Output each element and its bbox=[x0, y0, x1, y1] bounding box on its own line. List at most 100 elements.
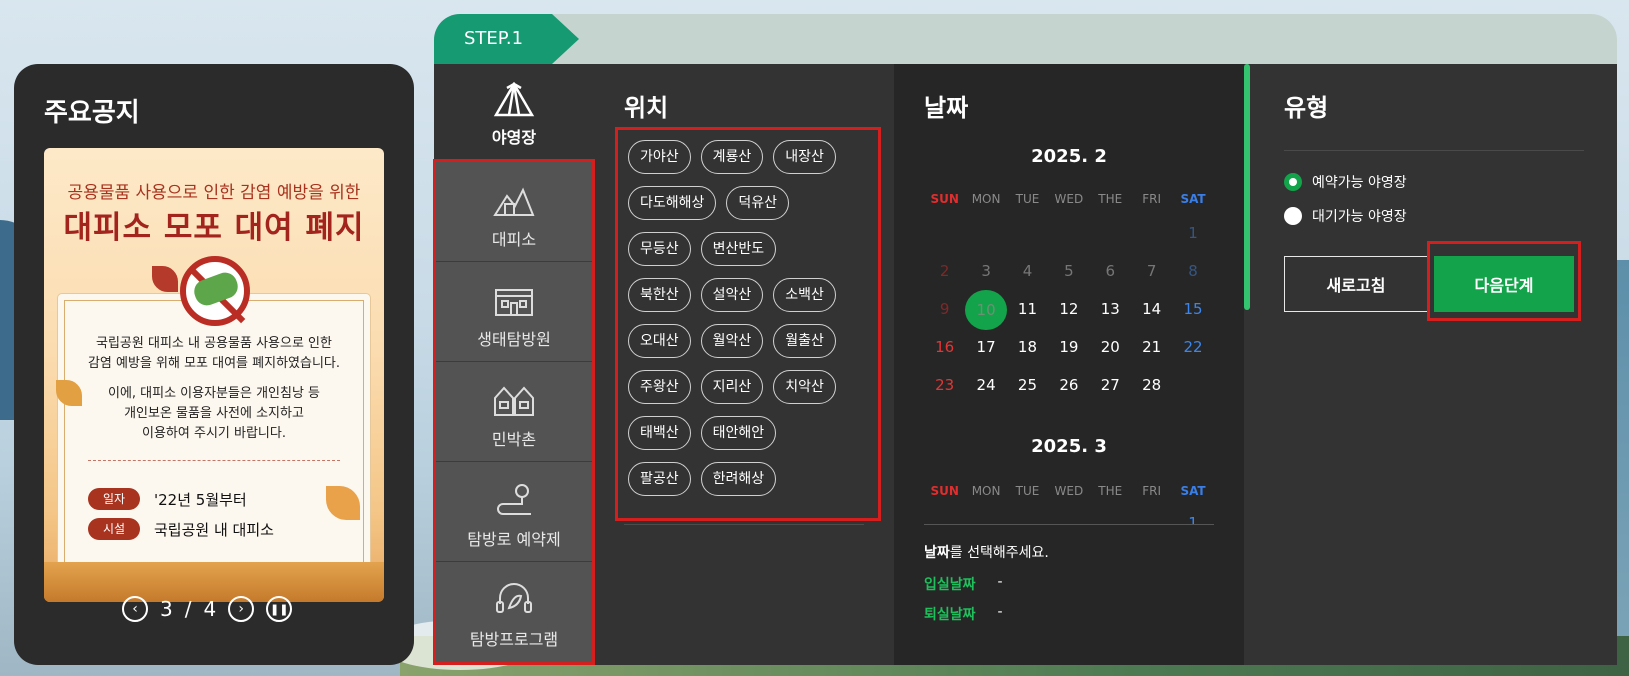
calendar-day: 8 bbox=[1188, 262, 1198, 280]
calendar-day: 7 bbox=[1146, 262, 1157, 280]
checkout-label: 퇴실날짜 bbox=[924, 607, 976, 623]
calendar-day[interactable]: 19 bbox=[1048, 338, 1089, 356]
location-sobaeksan[interactable]: 소백산 bbox=[773, 278, 836, 312]
category-eco-center[interactable]: 생태탐방원 bbox=[436, 262, 592, 362]
location-bukhansan[interactable]: 북한산 bbox=[628, 278, 691, 312]
shelter-icon bbox=[436, 162, 592, 218]
calendar-day[interactable]: 15 bbox=[1172, 300, 1213, 330]
eco-center-icon bbox=[436, 262, 592, 318]
calendar-day: 4 bbox=[1022, 262, 1033, 280]
location-row: 다도해해상 덕유산 bbox=[628, 186, 878, 220]
notice-poster[interactable]: 공용물품 사용으로 인한 감염 예방을 위한 대피소 모포 대여 폐지 국립공원… bbox=[44, 148, 384, 602]
category-shelter-label: 대피소 bbox=[491, 230, 537, 249]
location-gyeryongsan[interactable]: 계룡산 bbox=[700, 140, 764, 174]
category-shelter[interactable]: 대피소 bbox=[436, 162, 592, 262]
location-juwangsan[interactable]: 주왕산 bbox=[628, 370, 691, 404]
location-taebaeksan[interactable]: 태백산 bbox=[628, 416, 691, 450]
calendar-day[interactable]: 27 bbox=[1090, 376, 1131, 394]
calendar-day[interactable]: 23 bbox=[924, 376, 965, 394]
calendar-day[interactable]: 25 bbox=[1007, 376, 1048, 394]
refresh-button[interactable]: 새로고침 bbox=[1284, 256, 1428, 312]
place-pill: 시설 bbox=[88, 518, 140, 540]
location-title: 위치 bbox=[624, 94, 669, 122]
location-seoraksan[interactable]: 설악산 bbox=[700, 278, 764, 312]
type-divider bbox=[1284, 150, 1584, 151]
poster-subtitle: 공용물품 사용으로 인한 감염 예방을 위한 bbox=[67, 183, 361, 203]
poster-date-row: 일자 '22년 5월부터 bbox=[88, 488, 247, 510]
next-step-button[interactable]: 다음단계 bbox=[1434, 256, 1574, 312]
date-pill: 일자 bbox=[88, 488, 140, 510]
poster-place-row: 시설 국립공원 내 대피소 bbox=[88, 518, 274, 540]
step-label: STEP.1 bbox=[464, 28, 524, 49]
calendar-day[interactable]: 18 bbox=[1007, 338, 1048, 356]
calendar-day[interactable]: 24 bbox=[965, 376, 1006, 394]
calendar-day[interactable]: 22 bbox=[1172, 338, 1213, 356]
type-option-waitlist[interactable]: 대기가능 야영장 bbox=[1284, 206, 1407, 226]
calendar-day[interactable]: 21 bbox=[1131, 338, 1172, 356]
location-chiaksan[interactable]: 치악산 bbox=[773, 370, 836, 404]
calendar-day: 9 bbox=[939, 300, 950, 318]
calendar-day[interactable]: 1 bbox=[1172, 514, 1213, 524]
calendar-day[interactable]: 20 bbox=[1090, 338, 1131, 356]
location-palgongsan[interactable]: 팔공산 bbox=[628, 462, 691, 496]
location-wolchulsan[interactable]: 월출산 bbox=[773, 324, 836, 358]
checkin-field: 입실날짜 - bbox=[924, 574, 1003, 594]
calendar-day[interactable]: 17 bbox=[965, 338, 1006, 356]
month-label-mar: 2025. 3 bbox=[1031, 436, 1107, 457]
calendar-scrollbar[interactable] bbox=[1244, 64, 1250, 310]
calendar-week: 23 24 25 26 27 28 bbox=[924, 376, 1214, 394]
location-mudeungsan[interactable]: 무등산 bbox=[628, 232, 691, 266]
checkin-value: - bbox=[997, 574, 1003, 590]
location-divider bbox=[624, 524, 864, 525]
location-woraksan[interactable]: 월악산 bbox=[700, 324, 764, 358]
location-row: 가야산 계룡산 내장산 bbox=[628, 140, 878, 174]
location-taeanhaean[interactable]: 태안해안 bbox=[700, 416, 777, 450]
location-naejangsan[interactable]: 내장산 bbox=[773, 140, 836, 174]
calendar-day[interactable]: 14 bbox=[1131, 300, 1172, 330]
calendar-week: 16 17 18 19 20 21 22 bbox=[924, 338, 1214, 356]
location-gayasan[interactable]: 가야산 bbox=[628, 140, 691, 174]
location-list: 가야산 계룡산 내장산 다도해해상 덕유산 무등산 변산반도 북한산 설악산 소… bbox=[615, 127, 881, 521]
prev-icon[interactable]: ‹ bbox=[122, 596, 148, 622]
leaf-icon bbox=[152, 266, 178, 292]
pager-current: 3 bbox=[160, 597, 173, 621]
next-icon[interactable]: › bbox=[228, 596, 255, 622]
calendar-day[interactable]: 28 bbox=[1131, 376, 1172, 394]
category-program[interactable]: 탐방프로그램 bbox=[436, 562, 592, 662]
checkout-value: - bbox=[997, 604, 1003, 620]
pause-icon[interactable]: ❚❚ bbox=[266, 596, 293, 622]
poster-body-1: 국립공원 대피소 내 공용물품 사용으로 인한 감염 예방을 위해 모포 대여를… bbox=[87, 336, 341, 371]
location-odaesan[interactable]: 오대산 bbox=[628, 324, 691, 358]
calendar-day[interactable]: 11 bbox=[1007, 300, 1048, 330]
type-option-available[interactable]: 예약가능 야영장 bbox=[1284, 172, 1407, 192]
category-trail-label: 탐방로 예약제 bbox=[467, 530, 561, 549]
calendar-day[interactable]: 12 bbox=[1048, 300, 1089, 330]
category-village-label: 민박촌 bbox=[491, 430, 537, 449]
category-village[interactable]: 민박촌 bbox=[436, 362, 592, 462]
radio-checked-icon[interactable] bbox=[1284, 173, 1302, 191]
checkout-field: 퇴실날짜 - bbox=[924, 604, 1003, 624]
category-trail[interactable]: 탐방로 예약제 bbox=[436, 462, 592, 562]
notice-pager: ‹ 3 / 4 › ❚❚ bbox=[122, 596, 293, 622]
calendar-day[interactable]: 16 bbox=[924, 338, 965, 356]
location-deogyusan[interactable]: 덕유산 bbox=[726, 186, 790, 220]
calendar-day: 1 bbox=[1188, 224, 1198, 242]
type-section: 유형 예약가능 야영장 대기가능 야영장 새로고침 다음단계 bbox=[1254, 64, 1617, 665]
location-row: 북한산 설악산 소백산 bbox=[628, 278, 878, 312]
village-icon bbox=[436, 362, 592, 418]
location-hallyeohaesang[interactable]: 한려해상 bbox=[700, 462, 777, 496]
location-dadohaehaesang[interactable]: 다도해해상 bbox=[628, 186, 717, 220]
location-byeonsanbando[interactable]: 변산반도 bbox=[700, 232, 777, 266]
notice-panel: 주요공지 공용물품 사용으로 인한 감염 예방을 위한 대피소 모포 대여 폐지… bbox=[14, 64, 414, 665]
type-title: 유형 bbox=[1284, 94, 1329, 122]
step-bar: STEP.1 bbox=[434, 14, 1617, 64]
calendar-day-today[interactable]: 10 bbox=[965, 290, 1007, 330]
calendar-day[interactable]: 26 bbox=[1048, 376, 1089, 394]
calendar-day[interactable]: 13 bbox=[1090, 300, 1131, 330]
location-jirisan[interactable]: 지리산 bbox=[700, 370, 764, 404]
trail-icon bbox=[436, 462, 592, 518]
pager-separator: / bbox=[184, 597, 192, 621]
date-value: '22년 5월부터 bbox=[154, 490, 247, 509]
category-campsite[interactable]: 야영장 bbox=[434, 64, 594, 160]
radio-unchecked-icon[interactable] bbox=[1284, 207, 1302, 225]
